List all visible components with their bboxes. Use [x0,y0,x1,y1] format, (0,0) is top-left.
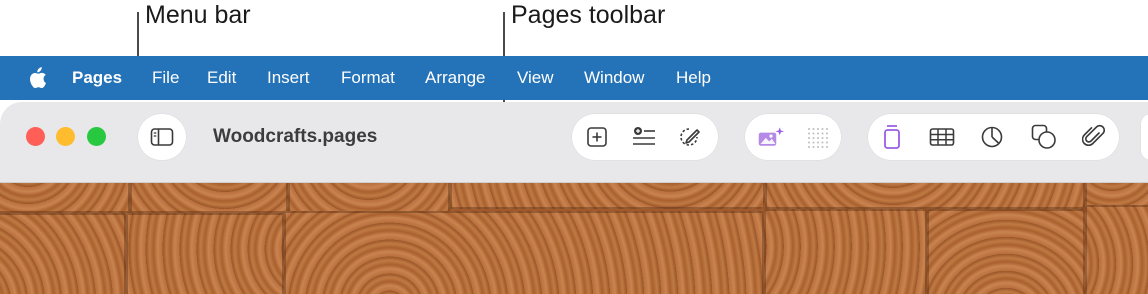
apple-logo-icon[interactable] [27,67,47,89]
menu-bar: Pages File Edit Insert Format Arrange Vi… [0,56,1148,100]
zoom-button[interactable] [87,127,106,146]
toolbar-group-overflow[interactable] [1141,114,1148,160]
chart-icon[interactable] [978,124,1006,150]
grid-icon[interactable] [803,124,831,150]
add-section-icon[interactable] [630,124,658,150]
document-title: Woodcrafts.pages [213,126,378,147]
menu-bar-callout: Menu bar [145,1,251,29]
shape-icon[interactable] [1030,124,1058,150]
toolbar-group-insert [572,114,718,160]
toolbar-group-objects [868,114,1119,160]
text-icon[interactable] [878,124,906,150]
menu-window[interactable]: Window [584,56,644,100]
pages-window-toolbar: Woodcrafts.pages [0,102,1148,183]
toolbar-group-media [745,114,841,160]
table-icon[interactable] [928,124,956,150]
menu-help[interactable]: Help [676,56,711,100]
sidebar-toggle-icon [148,124,176,150]
add-page-icon[interactable] [583,124,611,150]
annotate-icon[interactable] [676,124,704,150]
menu-app-pages[interactable]: Pages [72,56,122,100]
close-button[interactable] [26,127,45,146]
menu-arrange[interactable]: Arrange [425,56,485,100]
minimize-button[interactable] [56,127,75,146]
image-playground-icon[interactable] [757,124,785,150]
document-wood-image [0,183,1148,294]
menu-insert[interactable]: Insert [267,56,310,100]
pages-toolbar-callout: Pages toolbar [511,1,666,29]
menu-format[interactable]: Format [341,56,395,100]
media-icon[interactable] [1080,124,1108,150]
sidebar-toggle-button[interactable] [138,114,186,160]
menu-edit[interactable]: Edit [207,56,236,100]
menu-view[interactable]: View [517,56,554,100]
menu-file[interactable]: File [152,56,179,100]
